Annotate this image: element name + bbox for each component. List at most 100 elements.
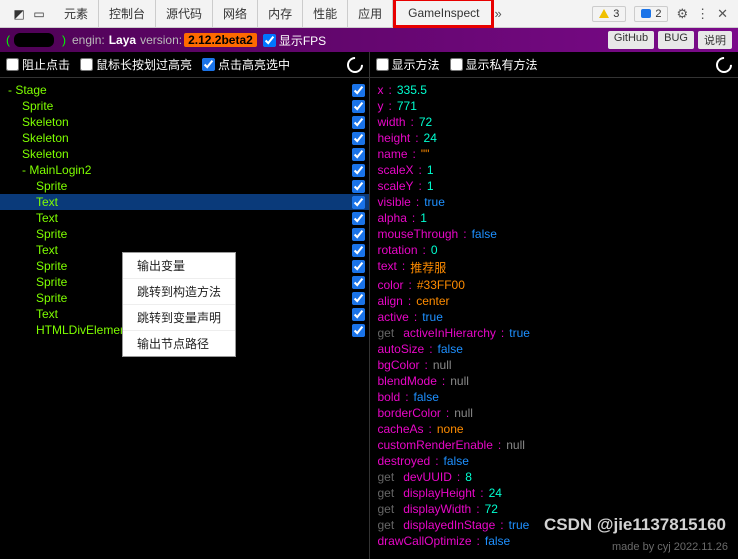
property-row[interactable]: scaleY:1 [378,178,731,194]
tree-node-checkbox[interactable] [352,148,365,161]
property-row[interactable]: active:true [378,309,731,325]
tree-node-label: Skeleton [22,147,348,161]
property-row[interactable]: name:"" [378,146,731,162]
tree-node-checkbox[interactable] [352,292,365,305]
hover-hl-checkbox[interactable] [80,58,93,71]
property-row[interactable]: getdevUUID:8 [378,469,731,485]
tree-node[interactable]: Skeleton [0,114,369,130]
engine-btn-GitHub[interactable]: GitHub [608,31,654,49]
gear-icon[interactable]: ⚙ [676,6,688,22]
device-icon[interactable]: ▭ [32,7,46,21]
tree-node-checkbox[interactable] [352,180,365,193]
property-row[interactable]: y:771 [378,98,731,114]
opt-hover-highlight[interactable]: 鼠标长按划过高亮 [80,56,192,73]
property-row[interactable]: bgColor:null [378,357,731,373]
opt-show-methods[interactable]: 显示方法 [376,56,440,73]
refresh-icon[interactable] [713,53,736,76]
show-fps-toggle[interactable]: 显示FPS [263,32,326,49]
tree-node[interactable]: Sprite [0,98,369,114]
tree-node-checkbox[interactable] [352,244,365,257]
property-row[interactable]: autoSize:false [378,341,731,357]
tree-node[interactable]: Text [0,194,369,210]
tab-应用[interactable]: 应用 [348,0,393,27]
prop-key: active [378,310,409,324]
tree-node[interactable]: Skeleton [0,146,369,162]
property-row[interactable]: scaleX:1 [378,162,731,178]
tree-node-checkbox[interactable] [352,228,365,241]
kebab-icon[interactable]: ⋮ [696,6,709,22]
property-row[interactable]: alpha:1 [378,210,731,226]
tab-源代码[interactable]: 源代码 [156,0,213,27]
tree-node-checkbox[interactable] [352,116,365,129]
info-badge[interactable]: 2 [634,6,668,22]
tree-node-checkbox[interactable] [352,164,365,177]
tree-node-checkbox[interactable] [352,84,365,97]
tree-node-checkbox[interactable] [352,100,365,113]
property-row[interactable]: text:推荐服 [378,258,731,277]
property-row[interactable]: getdisplayHeight:24 [378,485,731,501]
property-row[interactable]: cacheAs:none [378,421,731,437]
stop-click-checkbox[interactable] [6,58,19,71]
tab-gameinspect[interactable]: GameInspect [393,0,494,28]
tree-node-checkbox[interactable] [352,276,365,289]
properties-list[interactable]: x:335.5y:771width:72height:24name:""scal… [370,78,738,559]
colon: : [501,326,504,340]
click-hl-checkbox[interactable] [202,58,215,71]
tree-node-checkbox[interactable] [352,260,365,273]
show-private-checkbox[interactable] [450,58,463,71]
tab-性能[interactable]: 性能 [303,0,348,27]
show-methods-checkbox[interactable] [376,58,389,71]
property-row[interactable]: visible:true [378,194,731,210]
property-row[interactable]: blendMode:null [378,373,731,389]
opt-stop-click[interactable]: 阻止点击 [6,56,70,73]
context-menu-item[interactable]: 跳转到变量声明 [123,305,235,331]
property-row[interactable]: x:335.5 [378,82,731,98]
opt-click-highlight[interactable]: 点击高亮选中 [202,56,290,73]
property-row[interactable]: align:center [378,293,731,309]
property-row[interactable]: height:24 [378,130,731,146]
tree-node-checkbox[interactable] [352,196,365,209]
tree-node[interactable]: Text [0,210,369,226]
tab-控制台[interactable]: 控制台 [99,0,156,27]
opt-show-private[interactable]: 显示私有方法 [450,56,538,73]
property-row[interactable]: getdisplayedInStage:true [378,517,731,533]
inspect-icon[interactable]: ◩ [12,7,26,21]
prop-value: null [454,406,473,420]
tree-node-checkbox[interactable] [352,308,365,321]
tree-node[interactable]: - MainLogin2 [0,162,369,178]
refresh-icon[interactable] [343,53,366,76]
tree-node[interactable]: Sprite [0,226,369,242]
property-row[interactable]: mouseThrough:false [378,226,731,242]
property-row[interactable]: width:72 [378,114,731,130]
tab-网络[interactable]: 网络 [213,0,258,27]
tree-node-checkbox[interactable] [352,212,365,225]
context-menu-item[interactable]: 跳转到构造方法 [123,279,235,305]
tree-node[interactable]: Sprite [0,178,369,194]
engine-btn-BUG[interactable]: BUG [658,31,694,49]
property-row[interactable]: customRenderEnable:null [378,437,731,453]
property-row[interactable]: rotation:0 [378,242,731,258]
engine-buttons: GitHubBUG说明 [604,31,732,49]
context-menu-item[interactable]: 输出节点路径 [123,331,235,356]
tree-node-checkbox[interactable] [352,132,365,145]
property-row[interactable]: bold:false [378,389,731,405]
tree-node[interactable]: - Stage [0,82,369,98]
tab-内存[interactable]: 内存 [258,0,303,27]
tree-node-checkbox[interactable] [352,324,365,337]
tree-node[interactable]: Skeleton [0,130,369,146]
property-row[interactable]: drawCallOptimize:false [378,533,731,549]
context-menu-item[interactable]: 输出变量 [123,253,235,279]
tab-元素[interactable]: 元素 [54,0,99,27]
property-row[interactable]: getdisplayWidth:72 [378,501,731,517]
property-row[interactable]: destroyed:false [378,453,731,469]
show-fps-checkbox[interactable] [263,34,276,47]
engine-btn-说明[interactable]: 说明 [698,31,732,49]
warning-badge[interactable]: 3 [592,6,626,22]
close-icon[interactable]: ✕ [717,6,728,22]
prop-key: drawCallOptimize [378,534,472,548]
property-row[interactable]: getactiveInHierarchy:true [378,325,731,341]
property-row[interactable]: color:#33FF00 [378,277,731,293]
colon: : [480,486,483,500]
tabs-overflow-icon[interactable]: » [494,6,501,21]
property-row[interactable]: borderColor:null [378,405,731,421]
